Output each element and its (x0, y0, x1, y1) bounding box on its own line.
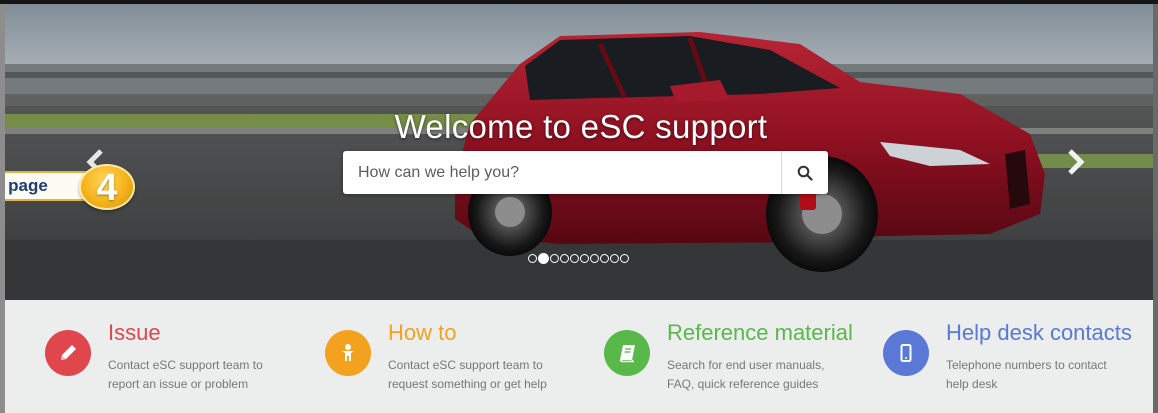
feature-icon-circle (325, 330, 371, 376)
feature-icon-circle (45, 330, 91, 376)
carousel-indicator-dot[interactable] (610, 254, 619, 263)
callout-step-number: 4 (79, 164, 135, 210)
feature-title: Reference material (667, 320, 853, 345)
hero-title: Welcome to eSC support (394, 108, 768, 145)
search-button[interactable] (781, 151, 828, 194)
carousel-indicator-dot[interactable] (550, 254, 559, 263)
hero-carousel: Welcome to eSC support (0, 4, 1158, 300)
search-icon (797, 165, 813, 181)
carousel-indicator-dot[interactable] (600, 254, 609, 263)
chevron-right-icon (1068, 149, 1085, 175)
window-left-edge (0, 4, 5, 413)
feature-description: Search for end user manuals, FAQ, quick … (667, 358, 825, 391)
feature-description: Contact eSC support team to request some… (388, 358, 547, 391)
feature-description: Contact eSC support team to report an is… (108, 358, 263, 391)
book-icon (619, 345, 635, 363)
person-icon (342, 344, 354, 361)
feature-icon-circle (604, 330, 650, 376)
carousel-indicator-dot[interactable] (560, 254, 569, 263)
carousel-indicator-dot[interactable] (580, 254, 589, 263)
search-input[interactable] (343, 151, 781, 194)
pencil-icon (61, 345, 76, 360)
tutorial-callout: e page 4 (0, 164, 138, 210)
carousel-indicator-dot[interactable] (528, 254, 537, 263)
carousel-indicator-dot[interactable] (620, 254, 629, 263)
feature-icon-circle (883, 330, 929, 376)
carousel-indicator-dot[interactable] (570, 254, 579, 263)
mobile-phone-icon (900, 344, 912, 362)
window-right-edge (1153, 4, 1158, 413)
feature-title: Help desk contacts (946, 320, 1132, 345)
search-bar (343, 151, 828, 194)
carousel-indicators (528, 253, 629, 264)
carousel-indicator-dot[interactable] (590, 254, 599, 263)
carousel-indicator-dot[interactable] (538, 253, 549, 264)
feature-title: How to (388, 320, 457, 345)
carousel-next-button[interactable] (1061, 142, 1091, 182)
feature-description: Telephone numbers to contact help desk (946, 358, 1107, 391)
feature-strip: Issue Contact eSC support team to report… (0, 300, 1158, 413)
feature-title: Issue (108, 320, 161, 345)
